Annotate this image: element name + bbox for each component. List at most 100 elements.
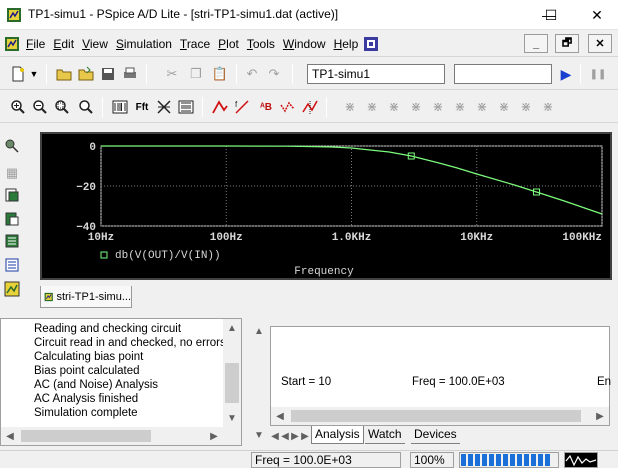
menu-left: File Edit View Simulation Trace Plot Too… (2, 34, 380, 54)
cursor-prev-transition-icon[interactable]: ⋇ (494, 97, 514, 117)
simulation-profile-combo[interactable]: TP1-simu1 (307, 64, 445, 84)
redo-icon[interactable]: ↷ (264, 64, 284, 84)
plot-tab-icon (44, 292, 53, 301)
progress-segment (489, 454, 494, 466)
toolbar-separator (46, 64, 47, 84)
zoom-area-icon[interactable] (52, 97, 72, 117)
zoom-fit-icon[interactable] (76, 97, 96, 117)
sim-hscroll-thumb[interactable] (291, 410, 581, 422)
log-hscroll-thumb[interactable] (21, 430, 151, 442)
tab-watch[interactable]: Watch (365, 426, 405, 444)
paste-icon[interactable]: 📋 (210, 64, 230, 84)
cursor-search-icon[interactable]: ⋇ (450, 97, 470, 117)
cursor-trough-icon[interactable]: ⋇ (340, 97, 360, 117)
log-horizontal-scrollbar[interactable]: ◀ ▶ (1, 427, 241, 445)
plot-document-tab[interactable]: stri-TP1-simu... (40, 286, 132, 308)
view-window-icon[interactable] (2, 279, 22, 299)
scroll-up-icon[interactable]: ▲ (223, 319, 241, 337)
menu-view[interactable]: View (78, 34, 112, 54)
view-output-file-icon[interactable] (2, 185, 22, 205)
simulation-status-pane[interactable]: Start = 10 Freq = 100.0E+03 En ◀ ▶ (270, 326, 611, 426)
view-netlist-icon[interactable]: ▦ (2, 163, 22, 183)
cursor-point-icon[interactable]: ⋇ (428, 97, 448, 117)
mdi-minimize-button[interactable]: _ (524, 34, 548, 53)
run-icon[interactable]: ▶ (556, 64, 576, 84)
undo-icon[interactable]: ↶ (242, 64, 262, 84)
print-icon[interactable] (120, 64, 140, 84)
plot-toolbar: Fft f ᴬB ⋇ ⋇ ⋇ ⋇ ⋇ ⋇ ⋇ ⋇ ⋇ ⋇ (0, 91, 618, 123)
menu-window[interactable]: Window (279, 34, 330, 54)
tab-prev-icon[interactable]: ◀ (280, 427, 290, 445)
scroll-down-icon[interactable]: ▼ (250, 426, 268, 444)
pane-splitter[interactable]: ▲ ▼ (244, 318, 268, 446)
cut-icon[interactable]: ✂ (162, 64, 182, 84)
tab-last-icon[interactable]: ▶ (300, 427, 310, 445)
performance-analysis-icon[interactable] (154, 97, 174, 117)
scroll-down-icon[interactable]: ▼ (223, 409, 241, 427)
label-text-icon[interactable]: ᴬB (256, 97, 276, 117)
new-icon[interactable] (8, 64, 28, 84)
progress-segment (461, 454, 466, 466)
cursor-extra-icon[interactable]: ⋇ (538, 97, 558, 117)
log-line: AC (and Noise) Analysis (34, 379, 158, 391)
mdi-close-icon: ✕ (595, 38, 605, 50)
log-vscroll-thumb[interactable] (225, 363, 239, 403)
menu-edit[interactable]: Edit (49, 34, 78, 54)
plot-canvas[interactable]: 10Hz 100Hz 1.0KHz 10KHz 100KHz0−20−40 db(V(O… (42, 134, 610, 278)
tab-analysis[interactable]: Analysis (311, 426, 364, 444)
menu-bar: File Edit View Simulation Trace Plot Too… (0, 31, 618, 57)
scroll-right-icon[interactable]: ▶ (205, 427, 223, 445)
copy-icon[interactable]: ❐ (186, 64, 206, 84)
simulation-log-pane[interactable]: Reading and checking circuit Circuit rea… (0, 318, 242, 446)
mdi-restore-button[interactable]: 🗗 (555, 34, 579, 53)
scroll-up-icon[interactable]: ▲ (250, 322, 268, 340)
save-icon[interactable] (98, 64, 118, 84)
menu-simulation[interactable]: Simulation (112, 34, 176, 54)
menu-file[interactable]: File (22, 34, 49, 54)
y-tick-label: −20 (76, 182, 96, 194)
probe-icon[interactable] (2, 135, 22, 155)
toggle-cursor-icon[interactable] (278, 97, 298, 117)
cursor-peak-icon[interactable] (300, 97, 320, 117)
menu-help[interactable]: Help (330, 34, 363, 54)
open-folder-icon[interactable] (54, 64, 74, 84)
menu-plot[interactable]: Plot (214, 34, 243, 54)
scroll-left-icon[interactable]: ◀ (271, 407, 289, 425)
secondary-combo[interactable] (454, 64, 552, 84)
mdi-close-button[interactable]: ✕ (588, 34, 612, 53)
mark-label-icon[interactable]: ⋇ (516, 97, 536, 117)
scroll-left-icon[interactable]: ◀ (1, 427, 19, 445)
help-context-icon[interactable] (362, 35, 380, 53)
tab-devices[interactable]: Devices (411, 426, 460, 444)
add-trace-icon[interactable] (210, 97, 230, 117)
zoom-out-icon[interactable] (30, 97, 50, 117)
view-list-icon[interactable] (2, 255, 22, 275)
log-vertical-scrollbar[interactable]: ▲ ▼ (223, 319, 241, 427)
fft-icon[interactable]: Fft (132, 97, 152, 117)
eval-goal-function-icon[interactable]: f (232, 97, 252, 117)
simulation-progress-bar (459, 452, 559, 468)
sim-horizontal-scrollbar[interactable]: ◀ ▶ (271, 407, 609, 425)
log-x-axis-icon[interactable] (110, 97, 130, 117)
view-data-icon[interactable] (2, 231, 22, 251)
open-folder-2-icon[interactable] (76, 64, 96, 84)
menu-trace[interactable]: Trace (176, 34, 214, 54)
maximize-button[interactable]: ☐ (528, 0, 574, 30)
log-y-axis-icon[interactable] (176, 97, 196, 117)
pause-icon[interactable]: ❚❚ (588, 64, 608, 84)
plot-window[interactable]: 10Hz 100Hz 1.0KHz 10KHz 100KHz 0 −20 −40 db(V(O… (40, 132, 612, 280)
cursor-next-transition-icon[interactable]: ⋇ (472, 97, 492, 117)
new-dropdown-icon[interactable]: ▼ (28, 64, 40, 84)
scroll-right-icon[interactable]: ▶ (591, 407, 609, 425)
document-icon[interactable] (2, 34, 22, 54)
cursor-min-icon[interactable]: ⋇ (384, 97, 404, 117)
cursor-max-icon[interactable]: ⋇ (406, 97, 426, 117)
x-tick-label: 1.0KHz (332, 232, 372, 244)
tab-first-icon[interactable]: ◀ (270, 427, 280, 445)
tab-next-icon[interactable]: ▶ (290, 427, 300, 445)
cursor-slope-icon[interactable]: ⋇ (362, 97, 382, 117)
view-simulation-icon[interactable] (2, 209, 22, 229)
close-button[interactable]: ✕ (574, 0, 618, 30)
menu-tools[interactable]: Tools (243, 34, 279, 54)
zoom-in-icon[interactable] (8, 97, 28, 117)
